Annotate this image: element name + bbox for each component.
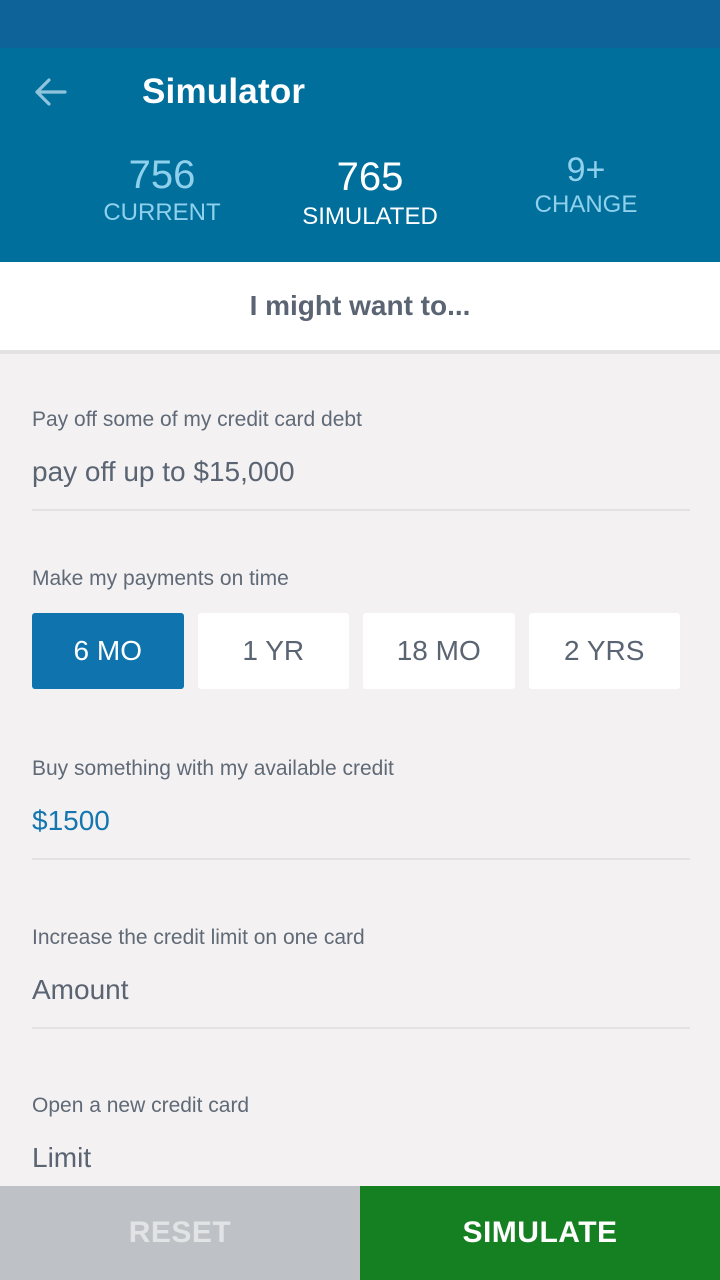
limit-label: Increase the credit limit on one card (32, 926, 365, 949)
option-2-yrs[interactable]: 2 YRS (528, 613, 680, 689)
new-card-section: Open a new credit card Limit (32, 1093, 690, 1195)
page-title: Simulator (142, 72, 306, 111)
simulated-label: SIMULATED (302, 203, 438, 230)
payments-on-time-section: Make my payments on time 6 MO 1 YR 18 MO… (32, 566, 690, 689)
payment-duration-selector: 6 MO 1 YR 18 MO 2 YRS (32, 613, 680, 689)
current-label: CURRENT (103, 199, 221, 226)
change-value: 9+ (566, 151, 606, 189)
stat-simulated: 765 SIMULATED (280, 154, 460, 232)
payments-label: Make my payments on time (32, 567, 289, 590)
limit-amount-input[interactable]: Amount (32, 973, 690, 1029)
arrow-left-icon (32, 76, 68, 113)
increase-limit-section: Increase the credit limit on one card Am… (32, 925, 690, 1029)
current-score: 756 (128, 153, 196, 197)
reset-button[interactable]: RESET (0, 1186, 360, 1280)
simulate-button[interactable]: SIMULATE (360, 1186, 720, 1280)
option-1-yr[interactable]: 1 YR (197, 613, 349, 689)
payoff-label: Pay off some of my credit card debt (32, 408, 362, 431)
newcard-label: Open a new credit card (32, 1094, 250, 1117)
change-label: CHANGE (534, 191, 638, 218)
payoff-debt-section: Pay off some of my credit card debt pay … (32, 407, 690, 511)
buy-label: Buy something with my available credit (32, 757, 394, 780)
option-6-mo[interactable]: 6 MO (32, 613, 184, 689)
option-18-mo[interactable]: 18 MO (363, 613, 515, 689)
app-header: Simulator 756 CURRENT 765 SIMULATED 9+ C… (0, 48, 720, 262)
section-heading-text: I might want to... (249, 290, 471, 321)
stat-change: 9+ CHANGE (500, 150, 672, 220)
back-button[interactable] (28, 74, 72, 114)
buy-amount-input[interactable]: $1500 (32, 804, 690, 860)
footer-actions: RESET SIMULATE (0, 1186, 720, 1280)
simulated-score: 765 (336, 155, 404, 199)
buy-something-section: Buy something with my available credit $… (32, 756, 690, 860)
section-heading: I might want to... (0, 262, 720, 354)
status-bar (0, 0, 720, 48)
payoff-input[interactable]: pay off up to $15,000 (32, 455, 690, 511)
stat-current: 756 CURRENT (72, 152, 252, 228)
